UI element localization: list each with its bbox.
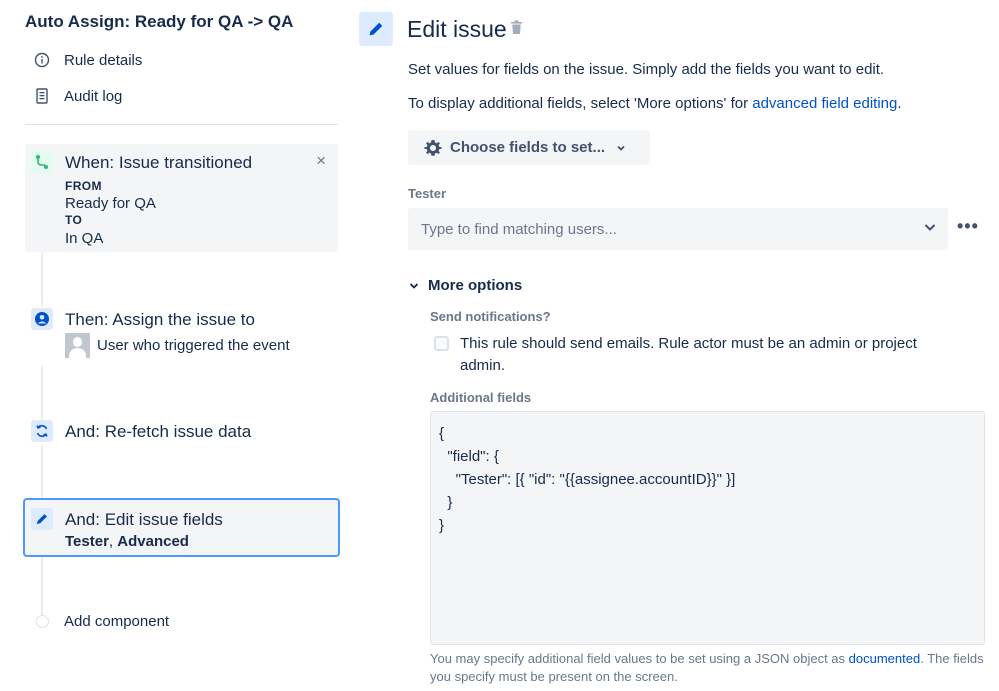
desc2-suffix: . xyxy=(897,95,902,112)
edit-issue-component[interactable]: And: Edit issue fields Tester, Advanced xyxy=(23,498,340,557)
assign-title: Then: Assign the issue to xyxy=(65,310,255,329)
from-label: FROM xyxy=(65,179,102,193)
edit-title: And: Edit issue fields xyxy=(65,510,223,529)
tester-user-select[interactable]: Type to find matching users... xyxy=(408,208,948,250)
assignee-label: User who triggered the event xyxy=(97,337,290,354)
add-component-label: Add component xyxy=(64,613,170,630)
trash-icon[interactable] xyxy=(510,20,523,40)
tester-field-label: Tester xyxy=(408,186,447,201)
edit-field-advanced: Advanced xyxy=(117,533,189,550)
edit-fields-summary: Tester, Advanced xyxy=(65,533,189,550)
audit-log-label: Audit log xyxy=(64,87,123,105)
divider xyxy=(25,124,338,125)
info-icon xyxy=(33,51,51,69)
chevron-down-icon xyxy=(922,219,938,239)
additional-fields-label: Additional fields xyxy=(430,390,532,405)
choose-fields-label: Choose fields to set... xyxy=(450,139,606,156)
pencil-icon xyxy=(31,508,53,530)
rule-sidebar: Auto Assign: Ready for QA -> QA Rule det… xyxy=(0,0,345,691)
choose-fields-button[interactable]: Choose fields to set... xyxy=(408,130,650,165)
branch-icon xyxy=(31,151,53,173)
desc2-prefix: To display additional fields, select 'Mo… xyxy=(408,95,753,112)
tester-placeholder: Type to find matching users... xyxy=(421,220,617,238)
chevron-down-icon xyxy=(408,280,420,292)
rule-details-link[interactable]: Rule details xyxy=(33,51,142,69)
to-value: In QA xyxy=(65,230,104,247)
to-label: TO xyxy=(65,213,83,227)
edit-field-tester: Tester xyxy=(65,533,109,550)
gear-icon xyxy=(423,138,443,158)
audit-log-link[interactable]: Audit log xyxy=(33,87,122,105)
refetch-title: And: Re-fetch issue data xyxy=(65,422,252,441)
send-emails-checkbox[interactable] xyxy=(434,336,449,351)
send-notifications-label: Send notifications? xyxy=(430,309,551,324)
advanced-field-editing-link[interactable]: advanced field editing xyxy=(752,95,897,112)
refetch-component[interactable]: And: Re-fetch issue data xyxy=(25,420,338,446)
trigger-title: When: Issue transitioned xyxy=(65,153,253,172)
additional-fields-editor[interactable]: { "field": { "Tester": [{ "id": "{{assig… xyxy=(430,411,985,645)
chevron-down-icon xyxy=(615,142,627,154)
panel-description: Set values for fields on the issue. Simp… xyxy=(408,61,885,78)
edit-field-separator: , xyxy=(108,533,118,550)
edit-issue-panel: Edit issue Set values for fields on the … xyxy=(345,0,999,691)
assign-component[interactable]: Then: Assign the issue to User who trigg… xyxy=(25,306,338,366)
document-icon xyxy=(33,87,51,105)
more-actions-icon[interactable]: ••• xyxy=(957,216,979,237)
rule-details-label: Rule details xyxy=(64,51,143,69)
from-value: Ready for QA xyxy=(65,195,156,212)
rule-title: Auto Assign: Ready for QA -> QA xyxy=(25,12,294,31)
more-options-toggle[interactable]: More options xyxy=(408,277,522,294)
documented-link[interactable]: documented xyxy=(849,651,921,666)
panel-title: Edit issue xyxy=(407,16,507,42)
add-component-button[interactable]: Add component xyxy=(36,613,169,630)
pencil-icon xyxy=(359,12,393,46)
assignee: User who triggered the event xyxy=(65,333,290,358)
send-emails-text: This rule should send emails. Rule actor… xyxy=(460,335,917,374)
close-icon[interactable]: × xyxy=(316,152,326,169)
refresh-icon xyxy=(31,420,53,442)
additional-fields-help: You may specify additional field values … xyxy=(430,650,990,686)
panel-description-2: To display additional fields, select 'Mo… xyxy=(408,95,902,112)
help-prefix: You may specify additional field values … xyxy=(430,651,849,666)
more-options-label: More options xyxy=(428,277,523,294)
user-circle-icon xyxy=(31,308,53,330)
add-dot-icon xyxy=(36,615,49,628)
trigger-component[interactable]: When: Issue transitioned × FROM Ready fo… xyxy=(25,144,338,252)
avatar xyxy=(65,333,90,358)
